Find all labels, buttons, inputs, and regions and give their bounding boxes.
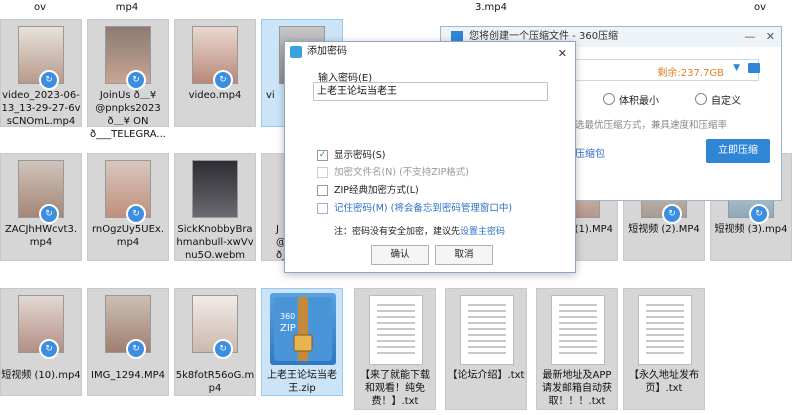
file-name: 最新地址及APP 请发邮箱自动获 取！！！.txt — [542, 370, 612, 407]
encrypt-names-label: 加密文件名(N) (不支持ZIP格式) — [334, 167, 470, 178]
chevron-down-icon[interactable]: ▼ — [733, 63, 740, 73]
set-master-password-link[interactable]: 设置主密码 — [460, 227, 505, 237]
text-file-icon — [551, 295, 605, 365]
file-name: 【论坛介绍】.txt — [447, 370, 525, 381]
file-tile[interactable]: ↻ ZACJhHWcvt3. mp4 — [0, 153, 82, 261]
video-player-icon: ↻ — [39, 70, 59, 90]
dialog-title: 添加密码 — [307, 46, 347, 57]
video-player-icon: ↻ — [213, 70, 233, 90]
text-file-icon — [460, 295, 514, 365]
video-player-icon: ↻ — [39, 339, 59, 359]
file-name-partial[interactable]: mp4 — [107, 2, 147, 13]
compress-description: 选最优压缩方式，兼具速度和压缩率 — [575, 120, 728, 131]
text-file-icon — [638, 295, 692, 365]
file-tile[interactable]: ↻ IMG_1294.MP4 — [87, 288, 169, 396]
text-file-icon — [369, 295, 423, 365]
file-name: 短视频 (10).mp4 — [1, 370, 81, 381]
file-tile[interactable]: ↻ rnOgzUy5UEx. mp4 — [87, 153, 169, 261]
file-name: 【永久地址发布 页】.txt — [629, 370, 699, 394]
folder-icon[interactable] — [748, 63, 760, 73]
file-name: SickKnobbyBra hmanbull-xwVv nu5O.webm — [176, 224, 254, 261]
remember-password-checkbox[interactable] — [317, 203, 328, 214]
dialog-titlebar[interactable]: 添加密码 ✕ — [285, 42, 575, 62]
close-icon[interactable]: ✕ — [766, 30, 775, 43]
file-tile[interactable]: 【来了就能下载 和观看！纯免 费！】.txt — [354, 288, 436, 410]
radio-smallest[interactable] — [603, 93, 615, 105]
lock-app-icon — [290, 46, 302, 58]
file-name: video_2023-06- 13_13-29-27-6v sCNOmL.mp4 — [1, 90, 81, 127]
file-tile[interactable]: ↻ video_2023-06- 13_13-29-27-6v sCNOmL.m… — [0, 19, 82, 127]
file-tile[interactable]: ↻ video.mp4 — [174, 19, 256, 127]
add-password-dialog[interactable]: 添加密码 ✕ 输入密码(E) 上老王论坛当老王 ✓ 显示密码(S) 加密文件名(… — [284, 41, 576, 273]
video-thumbnail — [192, 160, 238, 218]
file-name: rnOgzUy5UEx. mp4 — [91, 224, 165, 248]
video-player-icon: ↻ — [39, 204, 59, 224]
file-tile[interactable]: ↻ JoinUs ð＿¥ @pnpks2023 ð＿¥ ON ð___TELEG… — [87, 19, 169, 140]
radio-custom[interactable] — [695, 93, 707, 105]
file-name: IMG_1294.MP4 — [91, 370, 165, 381]
save-path-field[interactable]: 剩余:237.7GB ▼ — [573, 59, 759, 81]
file-name: 5k8fotR56oG.m p4 — [175, 370, 255, 394]
file-name: 短视频 (3).mp4 — [714, 224, 788, 235]
file-tile[interactable]: 【论坛介绍】.txt — [445, 288, 527, 410]
video-player-icon: ↻ — [749, 204, 769, 224]
file-name: video.mp4 — [188, 90, 242, 101]
video-player-icon: ↻ — [126, 339, 146, 359]
file-name: ZACJhHWcvt3. mp4 — [4, 224, 78, 248]
zip-classic-checkbox[interactable] — [317, 185, 328, 196]
video-player-icon: ↻ — [126, 204, 146, 224]
file-name-partial[interactable]: 3.mp4 — [466, 2, 516, 13]
file-name-partial[interactable]: ov — [745, 2, 775, 13]
free-space-label: 剩余:237.7GB — [657, 68, 724, 79]
file-name: 短视频 (2).MP4 — [628, 224, 700, 235]
file-name-partial[interactable]: ov — [20, 2, 60, 13]
archive-link[interactable]: 压缩包 — [575, 145, 605, 160]
file-name: 【来了就能下载 和观看！纯免 费！】.txt — [360, 370, 430, 407]
close-icon[interactable]: ✕ — [558, 44, 567, 64]
zip-archive-icon: 360 ZIP — [270, 293, 336, 365]
show-password-label: 显示密码(S) — [334, 150, 386, 161]
file-name: 上老王论坛当老 王.zip — [267, 370, 337, 394]
encrypt-names-checkbox[interactable] — [317, 167, 328, 178]
minimize-icon[interactable]: — — [744, 30, 755, 43]
security-note: 注：密码没有安全加密，建议先设置主密码 — [334, 227, 506, 237]
file-tile[interactable]: ↻ 短视频 (10).mp4 — [0, 288, 82, 396]
password-input[interactable]: 上老王论坛当老王 — [313, 82, 548, 101]
cancel-button[interactable]: 取消 — [435, 245, 493, 265]
zip-archive-icon: 360 ZIP — [274, 297, 332, 361]
file-tile[interactable]: 360 ZIP 上老王论坛当老 王.zip — [261, 288, 343, 396]
file-tile[interactable]: ↻ 5k8fotR56oG.m p4 — [174, 288, 256, 396]
video-player-icon: ↻ — [662, 204, 682, 224]
zip-classic-label: ZIP经典加密方式(L) — [334, 185, 419, 196]
show-password-checkbox[interactable]: ✓ — [317, 150, 328, 161]
option-smallest-label: 体积最小 — [619, 96, 659, 107]
ok-button[interactable]: 确认 — [371, 245, 429, 265]
file-name: JoinUs ð＿¥ @pnpks2023 ð＿¥ ON ð___TELEGRA… — [90, 90, 166, 140]
window-controls: — ✕ — [744, 27, 775, 47]
video-player-icon: ↻ — [213, 339, 233, 359]
file-tile[interactable]: 【永久地址发布 页】.txt — [623, 288, 705, 410]
svg-text:360: 360 — [280, 312, 295, 321]
remember-password-label: 记住密码(M) (将会备忘到密码管理窗口中) — [334, 203, 513, 214]
file-tile[interactable]: 最新地址及APP 请发邮箱自动获 取！！！.txt — [536, 288, 618, 410]
option-custom-label: 自定义 — [711, 96, 741, 107]
video-player-icon: ↻ — [126, 70, 146, 90]
svg-text:ZIP: ZIP — [280, 323, 296, 334]
file-tile[interactable]: SickKnobbyBra hmanbull-xwVv nu5O.webm — [174, 153, 256, 261]
compress-now-button[interactable]: 立即压缩 — [706, 139, 770, 163]
